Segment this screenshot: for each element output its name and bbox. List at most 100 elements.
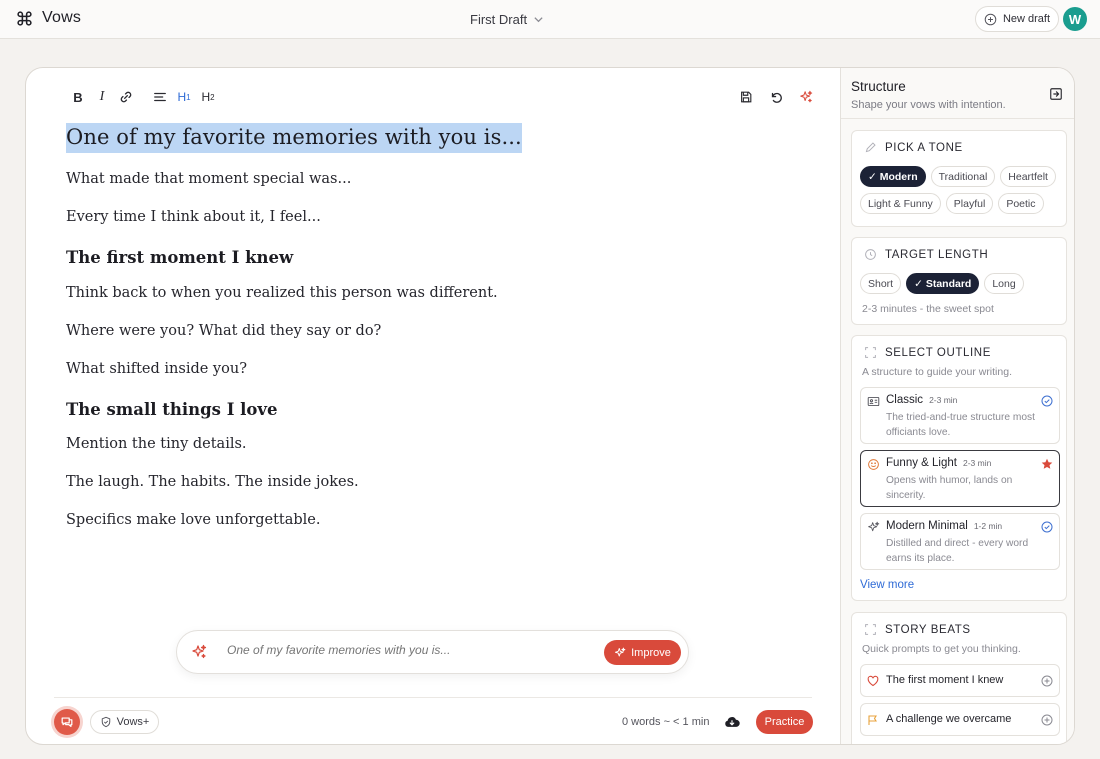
heading2-label: H — [201, 90, 211, 104]
draft-selector[interactable]: First Draft — [470, 12, 544, 27]
avatar[interactable]: W — [1063, 7, 1087, 31]
outline-title-label: SELECT OUTLINE — [885, 346, 991, 359]
tone-chip-poetic[interactable]: Poetic — [998, 193, 1044, 214]
outline-note: A structure to guide your writing. — [862, 366, 1012, 378]
document-body[interactable]: One of my favorite memories with you is.… — [66, 123, 806, 530]
command-icon — [17, 10, 32, 26]
length-options: Short ✓ Standard Long — [860, 273, 1066, 294]
length-chip-standard[interactable]: ✓ Standard — [906, 273, 980, 294]
vows-plus-label: Vows+ — [116, 716, 150, 728]
length-chip-short[interactable]: Short — [860, 273, 902, 294]
doc-line[interactable]: What shifted inside you? — [66, 359, 806, 379]
tone-title-label: PICK A TONE — [885, 141, 963, 154]
doc-line[interactable]: Mention the tiny details. — [66, 434, 806, 454]
view-more-link[interactable]: View more — [860, 579, 914, 591]
chat-button[interactable] — [54, 709, 80, 735]
length-panel: TARGET LENGTH Short ✓ Standard Long 2-3 … — [851, 237, 1067, 325]
app-name: Vows — [42, 9, 82, 26]
beat-first-moment[interactable]: The first moment I knew — [860, 664, 1060, 697]
tone-chip-playful[interactable]: Playful — [945, 193, 994, 214]
editor-footer: Vows+ 0 words ~ < 1 min Practice — [54, 697, 813, 744]
beat-challenge[interactable]: A challenge we overcame — [860, 703, 1060, 736]
doc-heading[interactable]: The small things I love — [66, 399, 806, 421]
save-button[interactable] — [734, 88, 758, 106]
outline-time: 1-2 min — [973, 521, 1003, 531]
expand-icon — [865, 347, 876, 358]
sidebar-title: Structure — [851, 79, 906, 94]
flag-icon — [868, 715, 877, 725]
collapse-sidebar-icon[interactable] — [1049, 87, 1063, 101]
align-button[interactable] — [148, 88, 172, 106]
doc-line[interactable]: Where were you? What did they say or do? — [66, 321, 806, 341]
ai-sparkle-button[interactable] — [794, 88, 818, 106]
doc-line[interactable]: The laugh. The habits. The inside jokes. — [66, 472, 806, 492]
length-chip-long[interactable]: Long — [984, 273, 1024, 294]
draft-name: First Draft — [470, 12, 528, 27]
undo-button[interactable] — [764, 88, 788, 106]
doc-actions — [734, 88, 818, 106]
outline-modern-minimal[interactable]: Modern Minimal 1-2 min Distilled and dire… — [860, 513, 1060, 570]
new-draft-button[interactable]: New draft — [975, 6, 1059, 32]
expand-icon — [865, 624, 876, 635]
length-note: 2-3 minutes - the sweet spot — [862, 303, 994, 315]
improve-bar: Improve — [176, 630, 689, 674]
improve-label: Improve — [631, 646, 671, 659]
tone-title: PICK A TONE — [864, 141, 963, 154]
sparkle-icon — [868, 521, 880, 532]
link-button[interactable] — [114, 88, 138, 106]
outline-desc: Distilled and direct - every word earns … — [886, 538, 1029, 564]
doc-line[interactable]: Every time I think about it, I feel... — [66, 207, 806, 227]
editor: B I H1 H2 One of my favorite memories wi… — [26, 68, 840, 744]
tone-options: ✓ Modern Traditional Heartfelt Light & F… — [860, 166, 1066, 214]
sidebar-header: Structure Shape your vows with intention… — [851, 79, 1006, 111]
shield-check-icon — [101, 716, 110, 728]
sidebar-subtitle: Shape your vows with intention. — [851, 99, 1006, 111]
sparkle-icon — [615, 647, 626, 656]
save-icon — [741, 91, 752, 103]
doc-line[interactable]: Specifics make love unforgettable. — [66, 510, 806, 530]
beat-label: The first moment I knew — [886, 674, 1004, 686]
doc-title-highlighted[interactable]: One of my favorite memories with you is.… — [66, 123, 522, 153]
tone-chip-modern[interactable]: ✓ Modern — [860, 166, 926, 187]
pencil-icon — [865, 142, 876, 153]
smile-icon — [868, 459, 879, 470]
sparkle-icon — [192, 644, 207, 659]
chat-icon — [61, 717, 73, 727]
beats-title-label: STORY BEATS — [885, 623, 971, 636]
improve-button[interactable]: Improve — [604, 640, 681, 665]
tone-chip-light-funny[interactable]: Light & Funny — [860, 193, 941, 214]
heading2-button[interactable]: H2 — [196, 88, 220, 106]
brand[interactable]: Vows — [16, 9, 81, 27]
outline-name: Classic 2-3 min — [886, 394, 957, 406]
top-bar: Vows First Draft New draft W — [0, 0, 1100, 39]
heading1-label: H — [177, 90, 187, 104]
undo-icon — [771, 92, 782, 103]
check-circle-icon — [1041, 395, 1053, 407]
vows-plus-button[interactable]: Vows+ — [90, 710, 159, 734]
cloud-download-icon[interactable] — [724, 715, 740, 729]
heart-icon — [867, 675, 879, 687]
tone-chip-traditional[interactable]: Traditional — [930, 166, 996, 187]
length-title: TARGET LENGTH — [864, 248, 988, 261]
improve-input[interactable] — [227, 643, 587, 657]
plus-circle-icon[interactable] — [1041, 675, 1053, 687]
word-count: 0 words ~ < 1 min — [622, 716, 710, 728]
outline-desc: The tried-and-true structure most offici… — [886, 412, 1035, 438]
sparkle-icon — [800, 90, 813, 103]
outline-funny-light[interactable]: Funny & Light 2-3 min Opens with humor, l… — [860, 450, 1060, 507]
beats-title: STORY BEATS — [864, 623, 971, 636]
outline-classic[interactable]: Classic 2-3 min The tried-and-true struct… — [860, 387, 1060, 444]
doc-heading[interactable]: The first moment I knew — [66, 247, 806, 269]
bold-button[interactable]: B — [66, 88, 90, 106]
tone-chip-heartfelt[interactable]: Heartfelt — [1000, 166, 1056, 187]
new-draft-label: New draft — [1002, 13, 1051, 25]
heading1-sub: 1 — [186, 92, 191, 102]
link-icon — [120, 91, 132, 103]
doc-line[interactable]: What made that moment special was... — [66, 169, 806, 189]
practice-button[interactable]: Practice — [756, 710, 813, 734]
italic-button[interactable]: I — [90, 88, 114, 106]
doc-line[interactable]: Think back to when you realized this per… — [66, 283, 806, 303]
plus-circle-icon[interactable] — [1041, 714, 1053, 726]
heading1-button[interactable]: H1 — [172, 88, 196, 106]
outline-name-text: Classic — [886, 394, 924, 406]
